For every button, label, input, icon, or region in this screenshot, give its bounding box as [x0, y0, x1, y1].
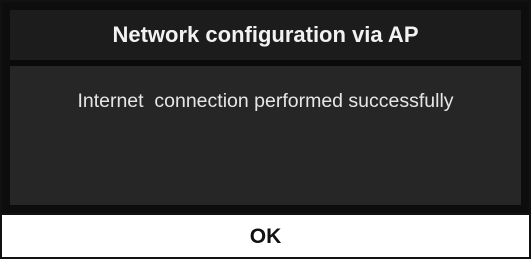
dialog-body: Network configuration via AP Internet co…: [2, 2, 529, 213]
ok-button[interactable]: OK: [2, 213, 529, 257]
dialog-message: Internet connection performed successful…: [77, 90, 454, 112]
network-config-dialog: Network configuration via AP Internet co…: [0, 0, 531, 259]
dialog-title: Network configuration via AP: [10, 10, 521, 66]
